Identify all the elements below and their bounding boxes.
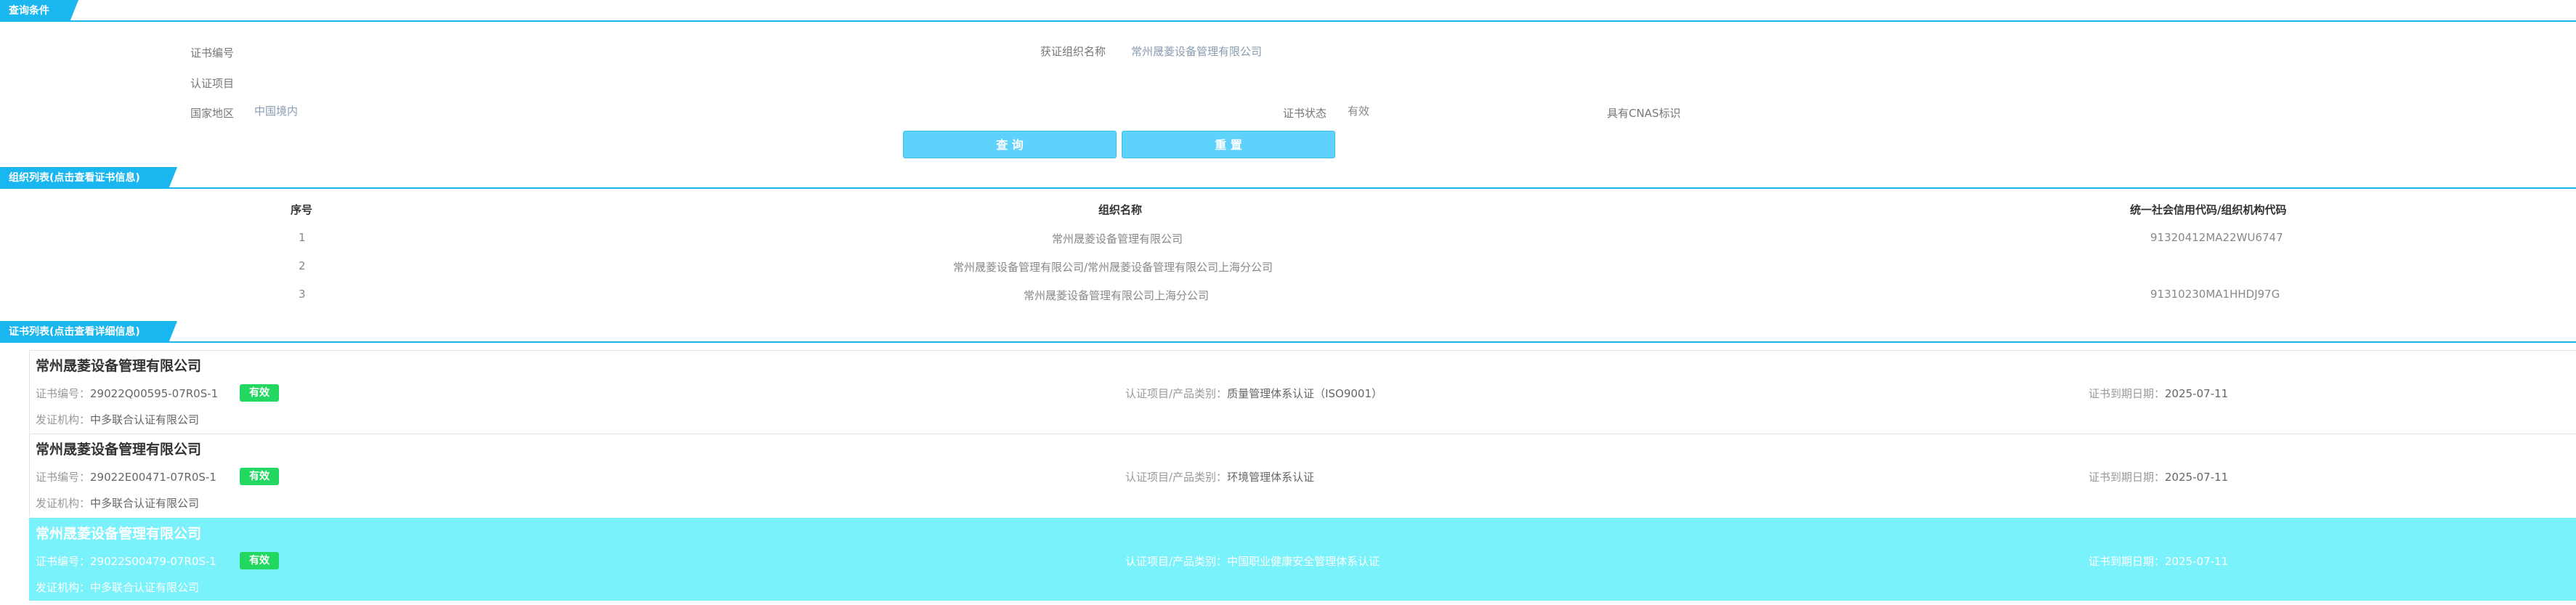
cert-no-field: 证书编号：29022S00479-07R0S-1 xyxy=(36,555,216,568)
cert-expiry-field: 证书到期日期：2025-07-11 xyxy=(2089,555,2229,568)
col-header-index: 序号 xyxy=(291,203,313,216)
cert-expiry-field: 证书到期日期：2025-07-11 xyxy=(2089,387,2229,400)
cert-project-field: 认证项目/产品类别：中国职业健康安全管理体系认证 xyxy=(1125,555,1380,568)
cert-no-field: 证书编号：29022Q00595-07R0S-1 xyxy=(36,387,219,400)
status-badge: 有效 xyxy=(240,384,279,402)
cert-no-label: 证书编号 xyxy=(190,46,235,60)
cert-project-value: 中国职业健康安全管理体系认证 xyxy=(1227,555,1380,568)
org-name-input[interactable]: 常州晟菱设备管理有限公司 xyxy=(1131,44,1262,59)
status-select[interactable]: 有效 xyxy=(1348,103,1369,118)
cert-issuer-value: 中多联合认证有限公司 xyxy=(90,497,200,510)
table-cell-index: 2 xyxy=(299,259,306,272)
table-cell-credit-code: 91320412MA22WU6747 xyxy=(2150,231,2283,244)
table-cell-index: 3 xyxy=(299,288,306,301)
col-header-org-name: 组织名称 xyxy=(1098,203,1143,216)
table-cell-org-name[interactable]: 常州晟菱设备管理有限公司/常州晟菱设备管理有限公司上海分公司 xyxy=(953,259,1273,275)
col-header-credit-code: 统一社会信用代码/组织机构代码 xyxy=(2130,203,2287,216)
cert-project-label: 认证项目 xyxy=(190,77,235,90)
cert-no-value: 29022Q00595-07R0S-1 xyxy=(90,387,219,400)
cert-issuer-field: 发证机构：中多联合认证有限公司 xyxy=(36,413,200,426)
cert-no-value: 29022E00471-07R0S-1 xyxy=(90,471,216,484)
table-cell-index: 1 xyxy=(299,231,306,244)
cert-org-title: 常州晟菱设备管理有限公司 xyxy=(36,526,202,542)
table-cell-org-name[interactable]: 常州晟菱设备管理有限公司 xyxy=(1052,231,1183,246)
cert-project-field: 认证项目/产品类别：环境管理体系认证 xyxy=(1125,471,1315,484)
cert-project-field: 认证项目/产品类别：质量管理体系认证（ISO9001） xyxy=(1125,387,1382,400)
cert-org-title: 常州晟菱设备管理有限公司 xyxy=(36,358,202,374)
org-section-header: 组织列表(点击查看证书信息) xyxy=(0,167,177,189)
section-divider xyxy=(0,341,2576,343)
cert-issuer-field: 发证机构：中多联合认证有限公司 xyxy=(36,581,200,594)
cert-project-value: 质量管理体系认证（ISO9001） xyxy=(1227,387,1382,400)
cert-issuer-value: 中多联合认证有限公司 xyxy=(90,581,200,594)
cert-project-value: 环境管理体系认证 xyxy=(1227,471,1315,484)
cert-org-title: 常州晟菱设备管理有限公司 xyxy=(36,442,202,458)
table-cell-org-name[interactable]: 常州晟菱设备管理有限公司上海分公司 xyxy=(1024,288,1209,303)
cert-no-field: 证书编号：29022E00471-07R0S-1 xyxy=(36,471,216,484)
cert-expiry-field: 证书到期日期：2025-07-11 xyxy=(2089,471,2229,484)
status-badge: 有效 xyxy=(240,552,279,569)
cert-card-selected[interactable]: 常州晟菱设备管理有限公司 证书编号：29022S00479-07R0S-1 有效… xyxy=(29,518,2576,601)
org-name-label: 获证组织名称 xyxy=(1040,45,1106,58)
cert-no-value: 29022S00479-07R0S-1 xyxy=(90,555,216,568)
reset-button[interactable]: 重 置 xyxy=(1122,131,1335,158)
query-section-header: 查询条件 xyxy=(0,0,78,22)
cnas-checkbox-label[interactable]: 具有CNAS标识 xyxy=(1607,105,1680,121)
table-cell-credit-code: 91310230MA1HHDJ97G xyxy=(2150,288,2280,301)
cert-issuer-field: 发证机构：中多联合认证有限公司 xyxy=(36,497,200,510)
cert-card[interactable]: 常州晟菱设备管理有限公司 证书编号：29022Q00595-07R0S-1 有效… xyxy=(29,350,2576,433)
cert-expiry-value: 2025-07-11 xyxy=(2165,555,2229,568)
section-divider xyxy=(0,20,2576,22)
section-divider xyxy=(0,187,2576,189)
cert-expiry-value: 2025-07-11 xyxy=(2165,471,2229,484)
region-label: 国家地区 xyxy=(190,107,235,120)
cert-section-header: 证书列表(点击查看详细信息) xyxy=(0,321,177,343)
status-badge: 有效 xyxy=(240,468,279,485)
cert-issuer-value: 中多联合认证有限公司 xyxy=(90,413,200,426)
cert-card[interactable]: 常州晟菱设备管理有限公司 证书编号：29022E00471-07R0S-1 有效… xyxy=(29,434,2576,516)
cert-expiry-value: 2025-07-11 xyxy=(2165,387,2229,400)
status-label: 证书状态 xyxy=(1283,107,1327,120)
query-button[interactable]: 查 询 xyxy=(903,131,1117,158)
region-select[interactable]: 中国境内 xyxy=(254,103,298,118)
